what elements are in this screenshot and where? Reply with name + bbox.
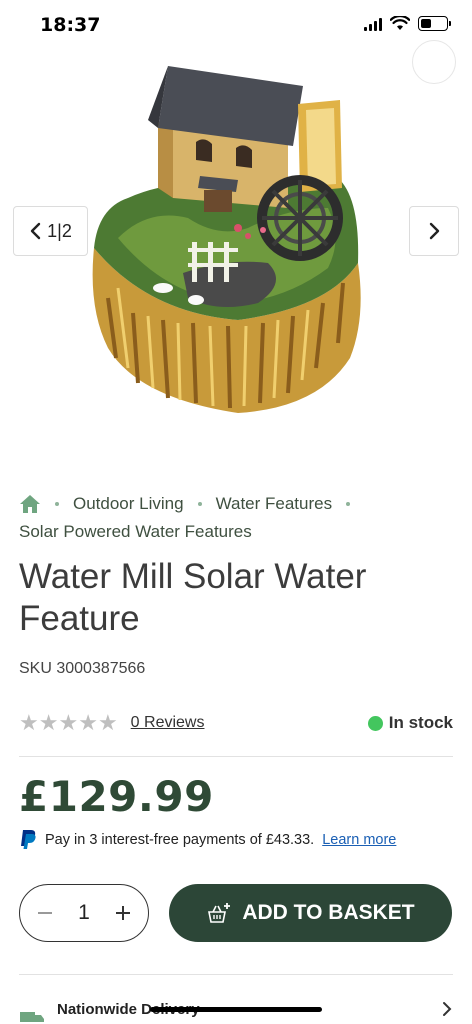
breadcrumb-separator [346,502,351,506]
product-image [92,66,361,413]
basket-add-icon [208,903,231,923]
divider [19,756,453,757]
plus-icon [116,906,130,920]
quantity-increase-button[interactable] [112,902,134,924]
minus-icon [38,912,52,914]
product-sku: SKU 3000387566 [19,660,146,677]
battery-icon [418,16,451,31]
paypal-pay-in-3: Pay in 3 interest-free payments of £43.3… [19,829,396,851]
wifi-icon [390,16,410,30]
star-icon: ★ [38,710,59,735]
star-icon: ★ [19,710,39,735]
breadcrumb-separator [55,502,59,506]
rating-row: ★ ★ ★ ★ ★ 0 Reviews In stock [19,706,453,740]
breadcrumb-item-outdoor-living[interactable]: Outdoor Living [73,490,184,518]
status-icons [364,16,451,31]
paypal-icon [21,830,36,849]
star-icon: ★ [97,710,118,735]
breadcrumb-row: Solar Powered Water Features [19,518,459,546]
page-title: Water Mill Solar Water Feature [19,557,367,638]
breadcrumb: Outdoor Living Water Features Solar Powe… [19,490,459,546]
product-price: £129.99 [19,772,214,821]
quantity-stepper: 1 [19,884,149,942]
breadcrumb-item-solar-powered[interactable]: Solar Powered Water Features [19,518,252,546]
breadcrumb-item-water-features[interactable]: Water Features [216,490,333,518]
home-icon[interactable] [19,494,41,514]
quantity-decrease-button[interactable] [34,902,56,924]
quantity-value[interactable]: 1 [78,901,90,925]
reviews-link[interactable]: 0 Reviews [131,714,205,732]
chevron-left-icon [30,222,41,240]
star-icon: ★ [78,710,98,735]
breadcrumb-row: Outdoor Living Water Features [19,490,459,518]
product-gallery: 1|2 [0,40,472,452]
chevron-right-icon [443,1002,452,1016]
stock-status: In stock [367,713,453,733]
battery-fill [421,19,431,28]
add-to-basket-button[interactable]: ADD TO BASKET [169,884,452,942]
stock-status-dot-icon [367,715,383,731]
divider [19,974,453,975]
status-time: 18:37 [40,14,101,36]
delivery-truck-icon [20,1012,44,1022]
add-to-basket-label: ADD TO BASKET [242,901,415,924]
cellular-signal-icon [364,17,382,31]
status-bar: 18:37 [0,0,472,52]
share-button[interactable] [412,40,456,84]
paypal-text: Pay in 3 interest-free payments of £43.3… [45,832,315,848]
home-indicator [150,1007,322,1012]
gallery-prev-button[interactable]: 1|2 [13,206,88,256]
gallery-next-button[interactable] [409,206,459,256]
learn-more-link[interactable]: Learn more [322,832,396,848]
stock-status-label: In stock [388,713,453,732]
star-icon: ★ [58,710,78,735]
gallery-counter: 1|2 [47,220,72,241]
chevron-right-icon [429,222,440,240]
breadcrumb-separator [197,502,202,506]
star-rating: ★ ★ ★ ★ ★ [19,710,118,736]
